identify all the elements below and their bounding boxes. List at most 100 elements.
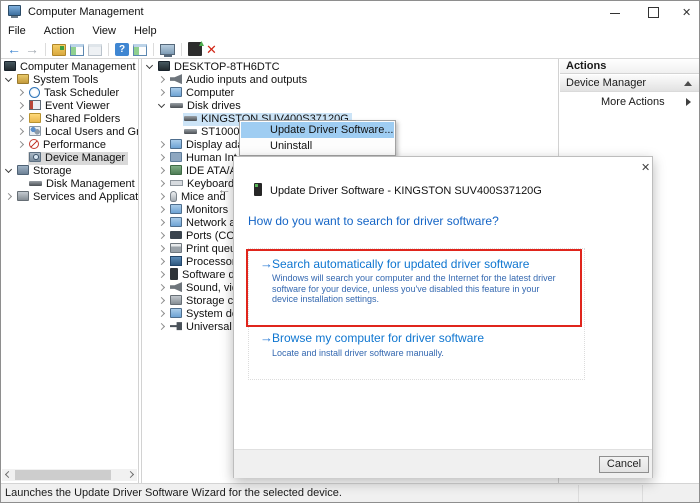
- tree-item-system-tools[interactable]: System Tools: [1, 74, 138, 87]
- dialog-close-icon[interactable]: [638, 160, 654, 176]
- collapsed-chevron-icon[interactable]: [157, 179, 166, 188]
- disk-drive-icon: [184, 115, 197, 121]
- collapsed-chevron-icon[interactable]: [157, 88, 166, 97]
- remote-computer-icon[interactable]: [160, 44, 175, 57]
- more-actions-item[interactable]: More Actions: [560, 94, 699, 110]
- tree-item-content: Sound, vid: [169, 282, 241, 295]
- context-menu-item-uninstall[interactable]: Uninstall: [241, 138, 394, 154]
- expanded-chevron-icon[interactable]: [4, 165, 13, 174]
- update-driver-icon[interactable]: [188, 42, 202, 56]
- task-scheduler-icon: [29, 86, 40, 98]
- tree-item-event-viewer[interactable]: Event Viewer: [1, 100, 138, 113]
- panel-divider[interactable]: [138, 59, 139, 483]
- tree-item-label: Event Viewer: [45, 100, 110, 112]
- tree-item-local-users-and-groups[interactable]: Local Users and Groups: [1, 126, 138, 139]
- tree-item-desktop-8th6dtc[interactable]: DESKTOP-8TH6DTC: [142, 61, 558, 74]
- scrollbar-thumb[interactable]: [15, 470, 111, 480]
- show-console-tree-disabled-icon[interactable]: [88, 44, 102, 56]
- scroll-left-icon[interactable]: [4, 470, 13, 479]
- maximize-button[interactable]: [639, 1, 669, 23]
- forward-icon[interactable]: [25, 42, 39, 57]
- export-list-icon[interactable]: [52, 44, 66, 56]
- close-button[interactable]: [673, 1, 699, 23]
- menu-view[interactable]: View: [92, 23, 116, 39]
- console-window-icon[interactable]: [133, 44, 147, 56]
- collapsed-chevron-icon[interactable]: [157, 322, 166, 331]
- cancel-button[interactable]: Cancel: [599, 456, 649, 473]
- tree-item-label: Processor: [186, 256, 236, 268]
- tree-item-content: Event Viewer: [28, 100, 113, 113]
- collapsed-chevron-icon[interactable]: [157, 192, 166, 201]
- collapsed-chevron-icon[interactable]: [157, 283, 166, 292]
- collapsed-chevron-icon[interactable]: [16, 88, 25, 97]
- tree-item-label: Performance: [43, 139, 106, 151]
- collapsed-chevron-icon[interactable]: [157, 166, 166, 175]
- tree-item-label: Storage: [33, 165, 72, 177]
- minimize-button[interactable]: [601, 1, 631, 23]
- menu-action[interactable]: Action: [44, 23, 75, 39]
- disk-drive-icon: [170, 102, 183, 108]
- network-adapter-icon: [170, 217, 182, 228]
- uninstall-device-icon[interactable]: [206, 42, 220, 57]
- performance-icon: [29, 139, 39, 150]
- context-menu: Update Driver Software... Uninstall: [239, 120, 396, 156]
- collapsed-chevron-icon[interactable]: [157, 270, 166, 279]
- speaker-icon: [170, 74, 182, 85]
- actions-group-device-manager[interactable]: Device Manager: [560, 75, 699, 92]
- tree-item-services-and-applications[interactable]: Services and Applications: [1, 191, 138, 204]
- collapsed-chevron-icon[interactable]: [157, 153, 166, 162]
- collapsed-chevron-icon[interactable]: [157, 75, 166, 84]
- back-icon[interactable]: [7, 42, 21, 57]
- console-tree-panel: Computer Management (LocalSystem ToolsTa…: [1, 59, 138, 483]
- tree-item-disk-drives[interactable]: Disk drives: [142, 100, 558, 113]
- disk-drive-icon: [184, 128, 197, 134]
- collapsed-chevron-icon[interactable]: [157, 296, 166, 305]
- collapsed-chevron-icon[interactable]: [157, 205, 166, 214]
- help-icon[interactable]: [115, 43, 129, 56]
- collapsed-chevron-icon[interactable]: [157, 218, 166, 227]
- context-menu-item-update-driver-software[interactable]: Update Driver Software...: [241, 122, 394, 138]
- collapsed-chevron-icon[interactable]: [16, 127, 25, 136]
- shared-folders-icon: [29, 113, 41, 124]
- tree-item-computer-management-local[interactable]: Computer Management (Local: [1, 61, 138, 74]
- expanded-chevron-icon[interactable]: [4, 74, 13, 83]
- collapsed-chevron-icon[interactable]: [157, 309, 166, 318]
- tree-item-content: Ports (CO: [169, 230, 238, 243]
- menu-file[interactable]: File: [8, 23, 26, 39]
- tree-item-task-scheduler[interactable]: Task Scheduler: [1, 86, 138, 100]
- expanded-chevron-icon[interactable]: [157, 100, 166, 109]
- expanded-chevron-icon[interactable]: [145, 61, 154, 70]
- collapsed-chevron-icon[interactable]: [157, 231, 166, 240]
- tree-item-computer[interactable]: Computer: [142, 87, 558, 100]
- tree-item-disk-management[interactable]: Disk Management: [1, 178, 138, 191]
- horizontal-scrollbar[interactable]: [2, 469, 137, 481]
- tree-item-content: Disk drives: [169, 100, 244, 113]
- scroll-right-icon[interactable]: [126, 470, 135, 479]
- collapsed-chevron-icon[interactable]: [157, 257, 166, 266]
- tree-item-performance[interactable]: Performance: [1, 139, 138, 152]
- tree-item-content: Storage: [16, 165, 75, 178]
- tree-item-device-manager[interactable]: Device Manager: [1, 152, 138, 165]
- option-browse-computer[interactable]: Browse my computer for driver software: [272, 331, 484, 345]
- tree-item-label: Keyboards: [187, 178, 240, 190]
- monitor-icon: [170, 87, 182, 98]
- collapsed-chevron-icon[interactable]: [16, 140, 25, 149]
- collapsed-chevron-icon[interactable]: [157, 244, 166, 253]
- collapsed-chevron-icon[interactable]: [16, 101, 25, 110]
- collapsed-chevron-icon[interactable]: [16, 114, 25, 123]
- tree-item-storage[interactable]: Storage: [1, 165, 138, 178]
- collapse-icon[interactable]: [684, 81, 692, 86]
- tree-item-content: Disk Management: [28, 178, 138, 191]
- collapsed-chevron-icon[interactable]: [4, 192, 13, 201]
- show-console-tree-icon[interactable]: [70, 44, 84, 56]
- system-device-icon: [170, 308, 182, 319]
- tree-item-audio-inputs-and-outputs[interactable]: Audio inputs and outputs: [142, 74, 558, 87]
- status-text: Launches the Update Driver Software Wiza…: [5, 487, 342, 499]
- submenu-arrow-icon: [686, 98, 691, 106]
- tree-item-content: System Tools: [16, 74, 101, 87]
- menu-help[interactable]: Help: [134, 23, 157, 39]
- system-tools-icon: [17, 74, 29, 85]
- tree-item-shared-folders[interactable]: Shared Folders: [1, 113, 138, 126]
- collapsed-chevron-icon[interactable]: [157, 140, 166, 149]
- tree-item-label: Universal: [186, 321, 232, 333]
